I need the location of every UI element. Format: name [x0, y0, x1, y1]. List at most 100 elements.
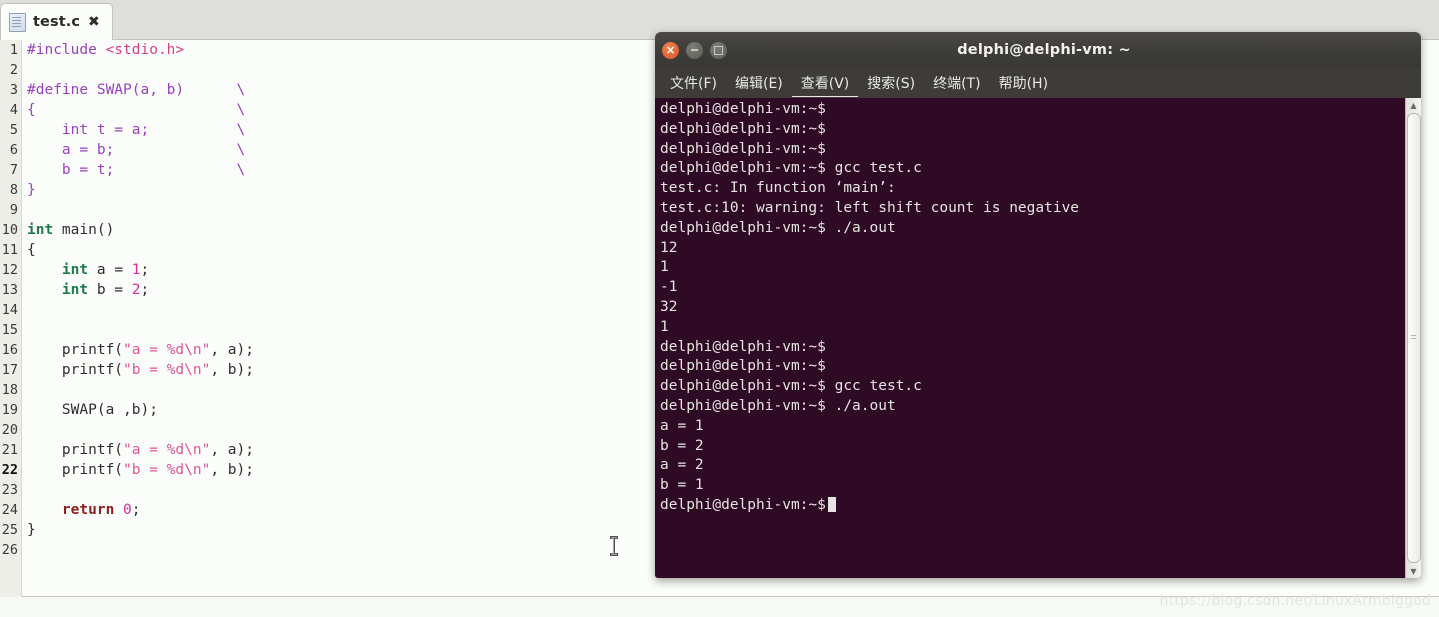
window-minimize-button[interactable]	[686, 41, 703, 59]
code-token: return	[61, 502, 115, 518]
terminal-line: delphi@delphi-vm:~$	[660, 120, 826, 137]
terminal-prompt-text: delphi@delphi-vm:~$	[660, 496, 826, 513]
window-maximize-button[interactable]	[710, 41, 727, 59]
line-number: 4	[9, 102, 18, 118]
code-token: int t = a; \	[27, 122, 246, 138]
terminal-window[interactable]: delphi@delphi-vm: ~ 文件(F) 编辑(E) 查看(V) 搜索…	[655, 32, 1421, 578]
terminal-line: delphi@delphi-vm:~$ ./a.out	[660, 397, 896, 414]
line-number: 24	[1, 502, 18, 518]
menu-item-edit[interactable]: 编辑(E)	[726, 70, 792, 96]
scroll-down-arrow-icon[interactable]: ▼	[1407, 564, 1421, 578]
line-number: 3	[9, 82, 18, 98]
code-token: "b = %d\n"	[123, 462, 211, 478]
line-number: 20	[1, 422, 18, 438]
menu-item-file[interactable]: 文件(F)	[661, 70, 726, 96]
editor-tab-label: test.c	[33, 14, 81, 30]
code-token: ;	[131, 502, 141, 518]
line-number: 23	[1, 482, 18, 498]
code-token: , a);	[210, 442, 254, 458]
scrollbar-thumb[interactable]	[1406, 113, 1421, 563]
code-token: "a = %d\n"	[123, 442, 211, 458]
code-token: 2	[131, 282, 141, 298]
line-number: 16	[1, 342, 18, 358]
code-token: main()	[53, 222, 115, 238]
terminal-line: a = 1	[660, 417, 704, 434]
terminal-line: b = 2	[660, 437, 704, 454]
code-token: #include	[27, 42, 106, 58]
menu-item-view[interactable]: 查看(V)	[791, 70, 859, 97]
document-icon	[9, 12, 26, 32]
menu-item-terminal[interactable]: 终端(T)	[924, 70, 989, 96]
code-token: }	[27, 522, 36, 538]
line-number: 2	[9, 62, 18, 78]
menu-item-search[interactable]: 搜索(S)	[858, 70, 924, 96]
code-token: "b = %d\n"	[123, 362, 211, 378]
terminal-line: test.c: In function ‘main’:	[660, 180, 896, 197]
terminal-scrollbar[interactable]: ▲ ▼	[1405, 98, 1421, 578]
terminal-line: delphi@delphi-vm:~$	[660, 140, 826, 157]
scroll-up-arrow-icon[interactable]: ▲	[1407, 98, 1421, 112]
code-token: a =	[88, 262, 132, 278]
terminal-line: delphi@delphi-vm:~$ ./a.out	[660, 219, 896, 236]
terminal-line: b = 1	[660, 477, 704, 494]
terminal-line: a = 2	[660, 457, 704, 474]
terminal-titlebar[interactable]: delphi@delphi-vm: ~	[655, 32, 1421, 68]
line-number: 10	[1, 222, 18, 238]
terminal-block-cursor	[827, 496, 836, 512]
code-token: ;	[140, 262, 150, 278]
line-number: 1	[9, 42, 18, 58]
terminal-output-area[interactable]: delphi@delphi-vm:~$ delphi@delphi-vm:~$ de…	[655, 98, 1421, 578]
code-token: , b);	[210, 362, 254, 378]
line-number: 19	[1, 402, 18, 418]
code-token: , a);	[210, 342, 254, 358]
terminal-line: 12	[660, 239, 678, 256]
code-token: , b);	[210, 462, 254, 478]
line-number: 25	[1, 522, 18, 538]
close-icon[interactable]: ✖	[88, 15, 100, 29]
line-number: 6	[9, 142, 18, 158]
editor-tab-test-c[interactable]: test.c ✖	[0, 3, 113, 40]
code-token: printf(	[27, 362, 124, 378]
code-token: printf(	[27, 462, 124, 478]
line-number: 18	[1, 382, 18, 398]
menu-item-help[interactable]: 帮助(H)	[990, 70, 1057, 96]
code-token: 1	[131, 262, 141, 278]
line-number: 15	[1, 322, 18, 338]
code-token: { \	[27, 102, 246, 118]
code-token: {	[27, 242, 36, 258]
code-token: b =	[88, 282, 132, 298]
line-number: 5	[9, 122, 18, 138]
code-token: printf(	[27, 342, 124, 358]
terminal-line: 1	[660, 318, 669, 335]
code-token: SWAP(a ,b);	[27, 402, 158, 418]
window-close-button[interactable]	[662, 41, 679, 59]
terminal-line: -1	[660, 279, 678, 296]
line-number: 17	[1, 362, 18, 378]
terminal-prompt-line: delphi@delphi-vm:~$	[657, 496, 1421, 516]
watermark-text: https://blog.csdn.net/LinuxArmbiggod	[1159, 593, 1431, 609]
line-number: 7	[9, 162, 18, 178]
terminal-line: delphi@delphi-vm:~$	[660, 358, 826, 375]
terminal-window-title: delphi@delphi-vm: ~	[957, 42, 1131, 58]
line-number: 9	[9, 202, 18, 218]
code-token: "a = %d\n"	[123, 342, 211, 358]
code-token: int	[27, 222, 54, 238]
line-number: 14	[1, 302, 18, 318]
code-token: <stdio.h>	[105, 42, 185, 58]
line-number: 12	[1, 262, 18, 278]
terminal-line: delphi@delphi-vm:~$	[660, 101, 826, 117]
terminal-line: delphi@delphi-vm:~$ gcc test.c	[660, 378, 922, 395]
code-token: ;	[140, 282, 150, 298]
terminal-line: delphi@delphi-vm:~$	[660, 338, 826, 355]
code-token: int	[61, 262, 89, 278]
code-token: 0	[123, 502, 132, 518]
terminal-line: delphi@delphi-vm:~$ gcc test.c	[660, 160, 922, 177]
terminal-line: 32	[660, 298, 678, 315]
code-token: printf(	[27, 442, 124, 458]
line-number: 8	[9, 182, 18, 198]
code-token: b = t; \	[27, 162, 246, 178]
code-token: a = b; \	[27, 142, 246, 158]
